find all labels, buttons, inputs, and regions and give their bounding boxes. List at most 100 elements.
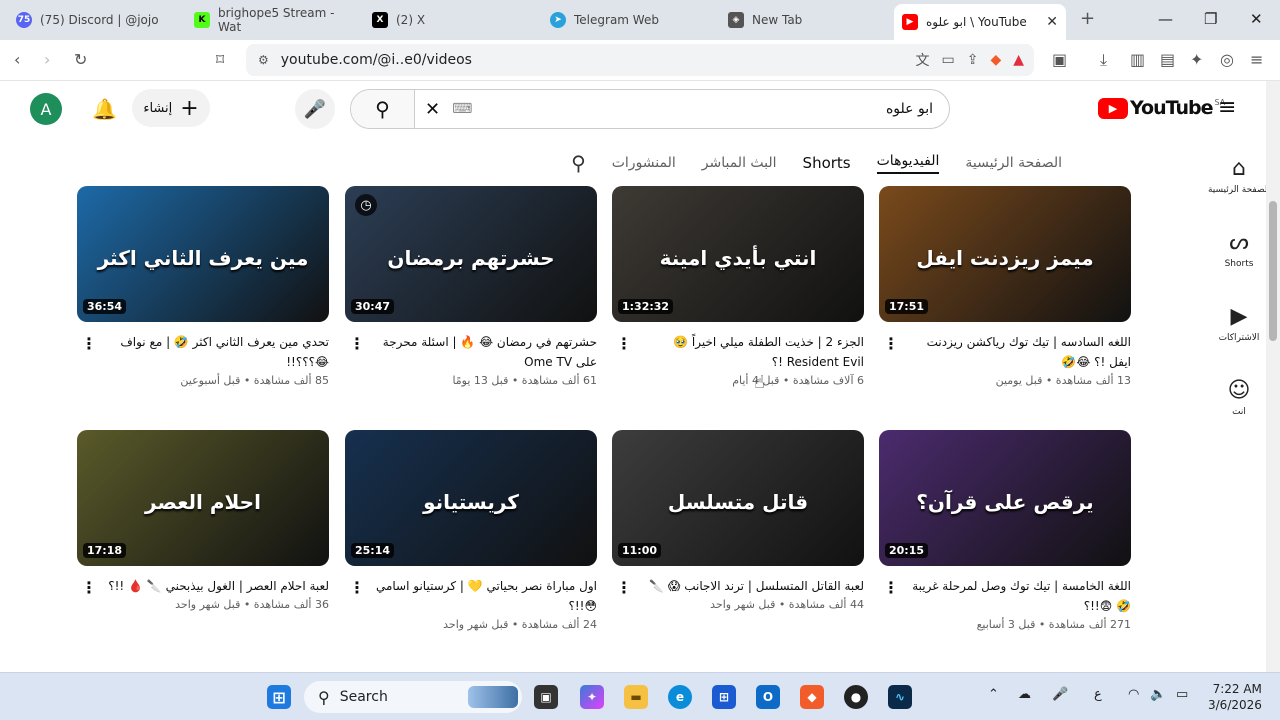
- video-card[interactable]: كريستيانو 25:14 اول مباراة نصر بحياتي 💛 |…: [345, 430, 597, 631]
- restore-icon[interactable]: ❐: [1204, 10, 1217, 28]
- video-thumbnail[interactable]: انتي بأيدي امينة 1:32:32: [612, 186, 864, 322]
- edge-icon[interactable]: e: [668, 685, 692, 709]
- scrollbar-thumb[interactable]: [1269, 201, 1277, 341]
- video-card[interactable]: ميمز ريزدنت ايفل 17:51 اللغه السادسه | تي…: [879, 186, 1131, 387]
- keyboard-icon[interactable]: ⌨: [452, 101, 472, 117]
- forward-icon[interactable]: ›: [44, 51, 50, 69]
- more-options-icon[interactable]: ⋮: [81, 334, 97, 353]
- windows-start-icon[interactable]: ⊞: [267, 685, 291, 709]
- video-title[interactable]: اول مباراة نصر بحياتي 💛 | كرستيانو اسامي…: [345, 576, 597, 616]
- microsoft-store-icon[interactable]: ⊞: [712, 685, 736, 709]
- task-view-icon[interactable]: ▣: [534, 685, 558, 709]
- video-card[interactable]: مين يعرف الثاني اكثر 36:54 تحدي مين يعرف …: [77, 186, 329, 387]
- cast-icon[interactable]: ▭: [941, 52, 954, 68]
- tab-videos[interactable]: الفيديوهات: [876, 153, 940, 174]
- tab-kick[interactable]: K brighope5 Stream - Wat: [186, 6, 362, 34]
- minimize-icon[interactable]: —: [1158, 10, 1173, 28]
- video-card[interactable]: قاتل متسلسل 11:00 لعبة القاتل المتسلسل | …: [612, 430, 864, 611]
- more-options-icon[interactable]: ⋮: [349, 578, 365, 597]
- video-card[interactable]: يرقص على قرآن؟ 20:15 اللغة الخامسة | تيك …: [879, 430, 1131, 631]
- waves-app-icon[interactable]: ∿: [888, 685, 912, 709]
- video-title[interactable]: اللغه السادسه | تيك توك رياكشن ريزدنت اي…: [879, 332, 1131, 372]
- wallet-icon[interactable]: ▤: [1160, 51, 1175, 69]
- more-options-icon[interactable]: ⋮: [616, 334, 632, 353]
- watch-later-icon[interactable]: ◷: [355, 194, 377, 216]
- new-tab-button[interactable]: +: [1080, 8, 1095, 29]
- video-thumbnail[interactable]: ميمز ريزدنت ايفل 17:51: [879, 186, 1131, 322]
- more-options-icon[interactable]: ⋮: [81, 578, 97, 597]
- video-duration: 30:47: [351, 299, 395, 314]
- tab-new-tab[interactable]: ◈ New Tab: [720, 6, 896, 34]
- channel-search-icon[interactable]: ⚲: [571, 151, 586, 175]
- tab-live[interactable]: البث المباشر: [702, 155, 777, 171]
- create-button[interactable]: إنشاء +: [132, 89, 210, 127]
- translate-icon[interactable]: 文: [915, 50, 929, 70]
- video-title[interactable]: لعبة القاتل المتسلسل | ترند الاجانب 😱 🔪: [612, 576, 864, 596]
- video-thumbnail[interactable]: مين يعرف الثاني اكثر 36:54: [77, 186, 329, 322]
- bookmark-icon[interactable]: ⌑: [216, 51, 224, 69]
- page-scrollbar[interactable]: [1266, 81, 1280, 672]
- clear-search-icon[interactable]: ✕: [425, 99, 440, 120]
- obs-icon[interactable]: ●: [844, 685, 868, 709]
- video-title[interactable]: حشرتهم في رمضان 😂 🔥 | اسئلة محرجة على Om…: [345, 332, 597, 372]
- leo-ai-icon[interactable]: ✦: [1190, 51, 1203, 69]
- video-title[interactable]: تحدي مين يعرف الثاني اكثر 🤣 | مع نواف 😂؟…: [77, 332, 329, 372]
- taskbar-search[interactable]: ⚲ Search: [304, 681, 522, 713]
- video-thumbnail[interactable]: قاتل متسلسل 11:00: [612, 430, 864, 566]
- more-options-icon[interactable]: ⋮: [883, 578, 899, 597]
- sidebar-icon[interactable]: ▥: [1130, 51, 1145, 69]
- tab-shorts[interactable]: Shorts: [803, 154, 851, 172]
- tab-youtube[interactable]: ▶ ابو علوه \ YouTube ✕: [894, 4, 1066, 40]
- video-card[interactable]: انتي بأيدي امينة 1:32:32 الجزء 2 | خذيت ا…: [612, 186, 864, 387]
- download-icon[interactable]: ⤓: [1100, 51, 1107, 69]
- video-card[interactable]: حشرتهم برمضان 30:47 ◷ حشرتهم في رمضان 😂 🔥 …: [345, 186, 597, 387]
- address-bar[interactable]: ⚙ youtube.com/@i..e0/videos 文 ▭ ⇪ ◆ ▲: [246, 44, 1034, 76]
- tab-telegram[interactable]: ➤ Telegram Web: [542, 6, 718, 34]
- tab-posts[interactable]: المنشورات: [612, 155, 676, 171]
- youtube-logo[interactable]: ▶ YouTube SA: [1098, 97, 1225, 119]
- site-info-icon[interactable]: ⚙: [258, 53, 269, 67]
- video-thumbnail[interactable]: حشرتهم برمضان 30:47 ◷: [345, 186, 597, 322]
- share-icon[interactable]: ⇪: [967, 52, 979, 68]
- avatar[interactable]: A: [30, 93, 62, 125]
- brave-icon[interactable]: ◆: [800, 685, 824, 709]
- hamburger-menu-icon[interactable]: ≡: [1218, 95, 1236, 120]
- wifi-icon[interactable]: ◠: [1128, 687, 1139, 702]
- copilot-icon[interactable]: ✦: [580, 685, 604, 709]
- microphone-icon[interactable]: 🎤: [1052, 687, 1068, 702]
- file-explorer-icon[interactable]: ▬: [624, 685, 648, 709]
- reader-icon[interactable]: ▣: [1052, 51, 1067, 69]
- search-input[interactable]: ابو علوه: [886, 101, 933, 117]
- video-thumbnail[interactable]: احلام العصر 17:18: [77, 430, 329, 566]
- volume-icon[interactable]: 🔈: [1150, 687, 1166, 702]
- battery-icon[interactable]: ▭: [1176, 687, 1188, 702]
- vpn-icon[interactable]: ◎: [1220, 51, 1234, 69]
- video-title[interactable]: لعبة احلام العصر | الغول بيذبحني 🔪 🩸 !!؟: [77, 576, 329, 596]
- menu-icon[interactable]: ≡: [1250, 51, 1263, 69]
- input-language[interactable]: ع: [1094, 687, 1102, 702]
- tab-x[interactable]: X (2) X: [364, 6, 540, 34]
- outlook-icon[interactable]: O: [756, 685, 780, 709]
- video-card[interactable]: احلام العصر 17:18 لعبة احلام العصر | الغو…: [77, 430, 329, 611]
- tab-discord[interactable]: 75 (75) Discord | @jojo: [8, 6, 184, 34]
- more-options-icon[interactable]: ⋮: [349, 334, 365, 353]
- more-options-icon[interactable]: ⋮: [883, 334, 899, 353]
- video-thumbnail[interactable]: يرقص على قرآن؟ 20:15: [879, 430, 1131, 566]
- brave-rewards-icon[interactable]: ▲: [1013, 52, 1024, 68]
- voice-search-button[interactable]: 🎤: [295, 89, 335, 129]
- brave-shields-icon[interactable]: ◆: [990, 52, 1001, 68]
- search-button[interactable]: ⚲: [351, 90, 415, 128]
- more-options-icon[interactable]: ⋮: [616, 578, 632, 597]
- close-window-icon[interactable]: ✕: [1250, 10, 1263, 28]
- notifications-bell-icon[interactable]: 🔔: [92, 97, 117, 121]
- video-thumbnail[interactable]: كريستيانو 25:14: [345, 430, 597, 566]
- tray-overflow-icon[interactable]: ⌃: [988, 687, 999, 702]
- reload-icon[interactable]: ↻: [74, 51, 87, 69]
- close-tab-icon[interactable]: ✕: [1046, 14, 1058, 30]
- back-icon[interactable]: ‹: [14, 51, 20, 69]
- video-title[interactable]: اللغة الخامسة | تيك توك وصل لمرحلة غريبة…: [879, 576, 1131, 616]
- video-title[interactable]: الجزء 2 | خذيت الطفلة ميلي اخيراً 🥹 Resi…: [612, 332, 864, 372]
- onedrive-icon[interactable]: ☁: [1018, 687, 1031, 702]
- tab-home[interactable]: الصفحة الرئيسية: [965, 155, 1062, 171]
- clock[interactable]: 7:22 AM 3/6/2026: [1208, 681, 1262, 713]
